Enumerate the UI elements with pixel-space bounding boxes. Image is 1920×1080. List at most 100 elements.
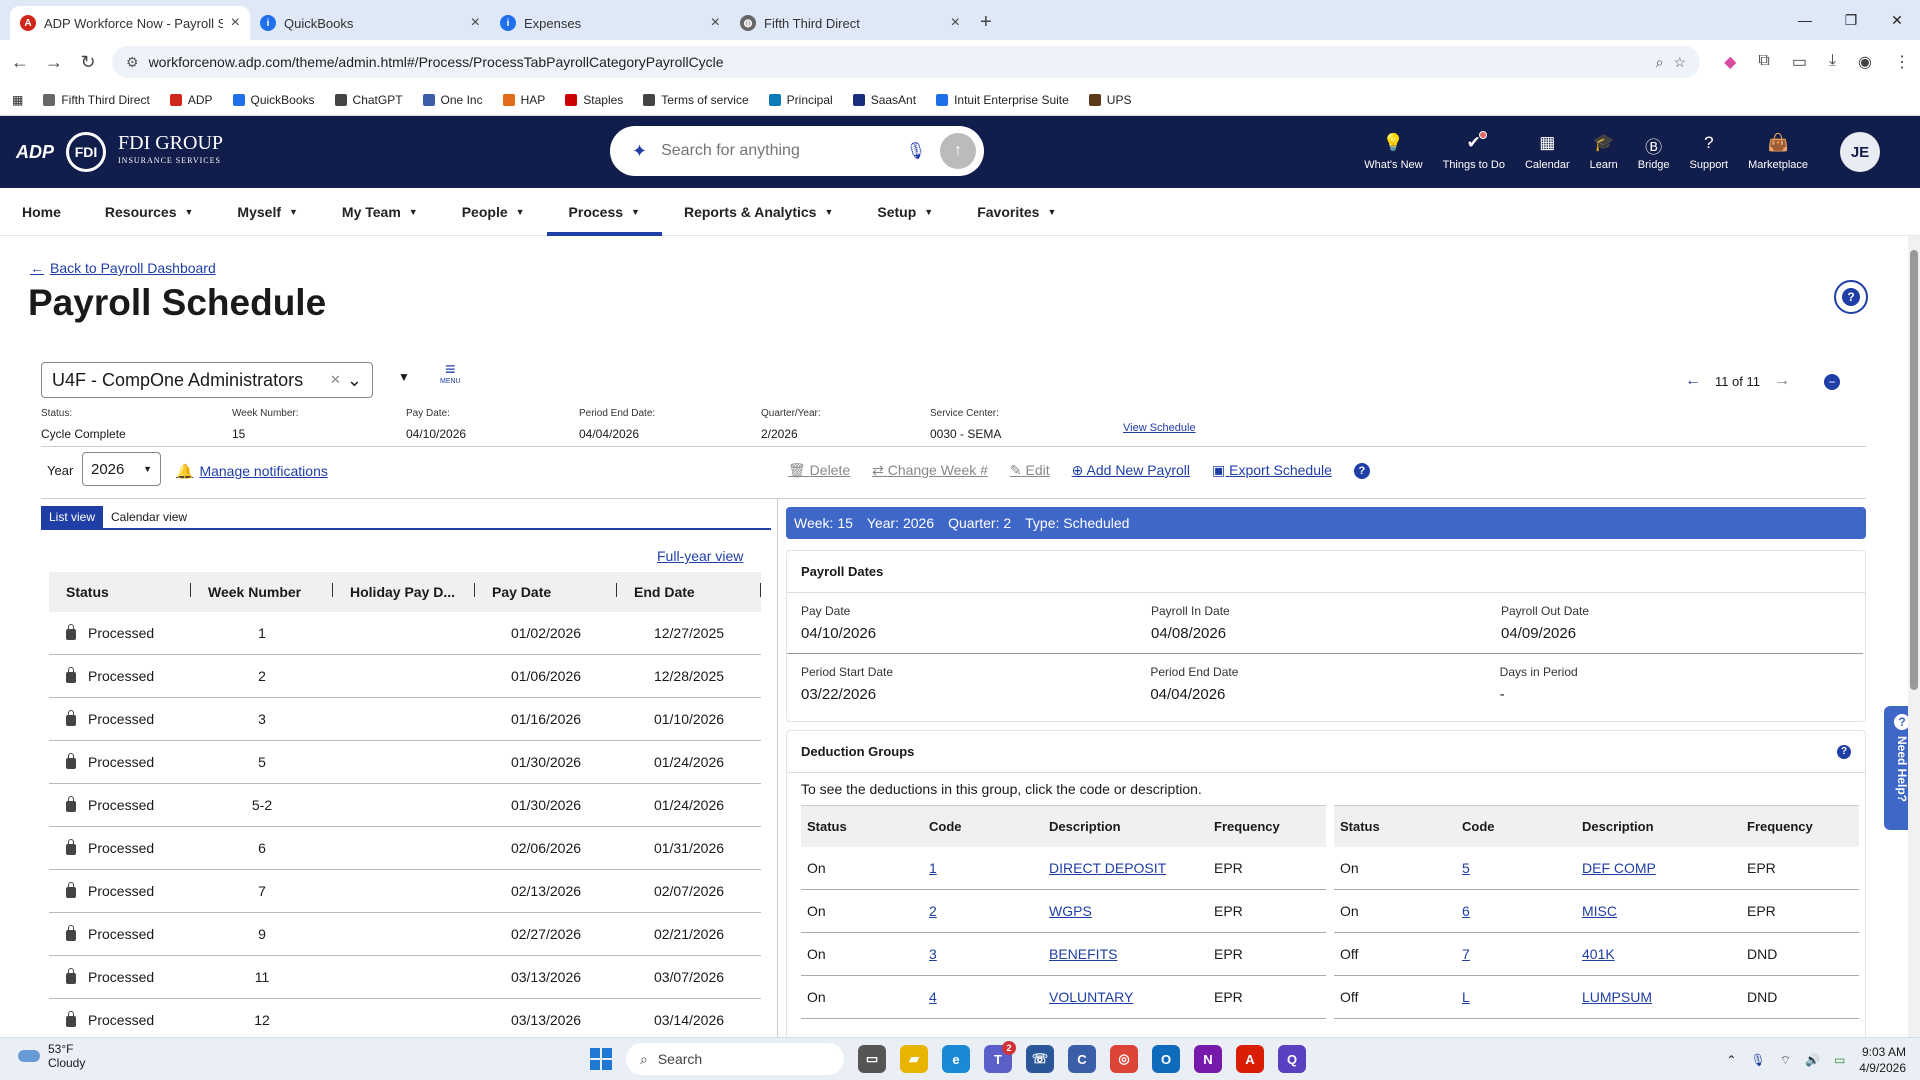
header-what-s-new[interactable]: 💡 What's New (1364, 133, 1422, 171)
deduction-code-link[interactable]: 4 (923, 989, 1043, 1005)
menu-button[interactable]: ≡ MENU (440, 360, 461, 385)
nav-myself[interactable]: Myself ▼ (215, 188, 320, 235)
cast-icon[interactable]: ▭ (1792, 52, 1807, 72)
table-row[interactable]: Processed 3 01/16/2026 01/10/2026 (49, 698, 761, 741)
chevron-up-icon[interactable]: ⌃ (1726, 1053, 1736, 1067)
collapse-icon[interactable]: − (1824, 374, 1840, 390)
apps-grid-icon[interactable]: ▦ (12, 93, 23, 107)
deduction-description-link[interactable]: LUMPSUM (1576, 989, 1741, 1005)
bookmark-fifth-third-direct[interactable]: Fifth Third Direct (43, 93, 150, 107)
table-row[interactable]: Processed 6 02/06/2026 01/31/2026 (49, 827, 761, 870)
column-header-status[interactable]: Status (801, 819, 923, 834)
deduction-code-link[interactable]: 3 (923, 946, 1043, 962)
taskbar-search[interactable]: ⌕ Search (626, 1043, 844, 1075)
more-options-icon[interactable]: ⋮ (1894, 52, 1910, 72)
chrome-icon[interactable]: ◎ (1110, 1045, 1138, 1073)
close-icon[interactable]: × (951, 14, 960, 32)
add-new-payroll-button[interactable]: ⊕ Add New Payroll (1072, 462, 1190, 479)
extension-icon[interactable]: ◆ (1724, 52, 1736, 72)
table-row[interactable]: Processed 1 01/02/2026 12/27/2025 (49, 612, 761, 655)
column-header-end-date[interactable]: End Date (617, 583, 761, 600)
column-header-frequency[interactable]: Frequency (1208, 819, 1318, 834)
global-search[interactable]: ✦ 🎙 ↑ (610, 126, 984, 176)
deduction-description-link[interactable]: BENEFITS (1043, 946, 1208, 962)
phone-link-icon[interactable]: ☏ (1026, 1045, 1054, 1073)
bookmark-intuit-enterprise-suite[interactable]: Intuit Enterprise Suite (936, 93, 1069, 107)
onenote-icon[interactable]: N (1194, 1045, 1222, 1073)
header-support[interactable]: ? Support (1690, 133, 1729, 171)
site-info-icon[interactable]: ⚙ (126, 54, 139, 71)
column-header-description[interactable]: Description (1043, 819, 1208, 834)
bookmark-saasant[interactable]: SaasAnt (852, 93, 916, 107)
manage-notifications-link[interactable]: 🔔 Manage notifications (176, 463, 328, 480)
deduction-description-link[interactable]: DEF COMP (1576, 860, 1741, 876)
deduction-description-link[interactable]: DIRECT DEPOSIT (1043, 860, 1208, 876)
year-select[interactable]: 2026 ▼ (82, 452, 161, 486)
header-bridge[interactable]: Ⓑ Bridge (1638, 133, 1670, 171)
tab-calendar-view[interactable]: Calendar view (103, 506, 195, 528)
nav-reports-analytics[interactable]: Reports & Analytics ▼ (662, 188, 855, 235)
star-icon[interactable]: ☆ (1674, 54, 1687, 71)
bookmark-staples[interactable]: Staples (565, 93, 623, 107)
bookmark-terms-of-service[interactable]: Terms of service (643, 93, 749, 107)
task-view-icon[interactable]: ▭ (858, 1045, 886, 1073)
scrollbar-thumb[interactable] (1910, 250, 1918, 690)
weather-widget[interactable]: 53°F Cloudy (18, 1042, 85, 1070)
header-things-to-do[interactable]: ✔ Things to Do (1443, 131, 1505, 171)
deduction-description-link[interactable]: WGPS (1043, 903, 1208, 919)
deduction-code-link[interactable]: 6 (1456, 903, 1576, 919)
nav-my-team[interactable]: My Team ▼ (320, 188, 440, 235)
table-row[interactable]: Processed 9 02/27/2026 02/21/2026 (49, 913, 761, 956)
question-icon[interactable]: ? (1837, 744, 1851, 759)
header-learn[interactable]: 🎓 Learn (1590, 133, 1618, 171)
avatar[interactable]: JE (1840, 132, 1880, 172)
chevron-down-icon[interactable]: ⌄ (347, 370, 362, 391)
next-arrow-icon[interactable]: → (1774, 372, 1790, 390)
full-year-view-link[interactable]: Full-year view (657, 548, 743, 564)
zoom-icon[interactable]: ⌕ (1656, 54, 1664, 71)
outlook-icon[interactable]: O (1152, 1045, 1180, 1073)
close-window-icon[interactable]: ✕ (1874, 0, 1920, 40)
edge-icon[interactable]: e (942, 1045, 970, 1073)
header-marketplace[interactable]: 👜 Marketplace (1748, 133, 1808, 171)
url-text[interactable]: workforcenow.adp.com/theme/admin.html#/P… (149, 54, 1646, 70)
nav-resources[interactable]: Resources ▼ (83, 188, 216, 235)
column-header-description[interactable]: Description (1576, 819, 1741, 834)
column-header-status[interactable]: Status (1334, 819, 1456, 834)
deduction-description-link[interactable]: 401K (1576, 946, 1741, 962)
header-calendar[interactable]: ▦ Calendar (1525, 133, 1570, 171)
nav-people[interactable]: People ▼ (440, 188, 547, 235)
table-row[interactable]: Processed 2 01/06/2026 12/28/2025 (49, 655, 761, 698)
forward-arrow-icon[interactable]: → (44, 52, 64, 73)
previous-arrow-icon[interactable]: ← (1685, 372, 1701, 390)
company-logo[interactable]: ADP FDI FDI GROUP INSURANCE SERVICES (16, 132, 223, 172)
url-field[interactable]: ⚙ workforcenow.adp.com/theme/admin.html#… (112, 46, 1701, 78)
browser-tab-quickbooks[interactable]: i QuickBooks × (250, 6, 490, 40)
close-icon[interactable]: × (231, 14, 240, 32)
column-header-code[interactable]: Code (1456, 819, 1576, 834)
windows-start-icon[interactable] (590, 1048, 612, 1070)
volume-icon[interactable]: 🔊 (1805, 1053, 1820, 1067)
nav-setup[interactable]: Setup ▼ (855, 188, 955, 235)
close-icon[interactable]: × (711, 14, 720, 32)
expand-caret-icon[interactable]: ▼ (398, 370, 410, 384)
browser-tab-fifth-third-direct[interactable]: ◍ Fifth Third Direct × (730, 6, 970, 40)
tab-list-view[interactable]: List view (41, 506, 104, 528)
deduction-description-link[interactable]: MISC (1576, 903, 1741, 919)
panel-divider[interactable] (777, 498, 778, 1078)
acrobat-icon[interactable]: A (1236, 1045, 1264, 1073)
table-row[interactable]: Processed 11 03/13/2026 03/07/2026 (49, 956, 761, 999)
column-header-status[interactable]: Status (49, 583, 191, 600)
file-explorer-icon[interactable]: ▰ (900, 1045, 928, 1073)
bookmark-adp[interactable]: ADP (169, 93, 213, 107)
deduction-code-link[interactable]: 2 (923, 903, 1043, 919)
battery-icon[interactable]: ▭ (1834, 1053, 1845, 1067)
minimize-icon[interactable]: — (1782, 0, 1828, 40)
view-schedule-link[interactable]: View Schedule (1123, 422, 1196, 434)
clear-icon[interactable]: ✕ (330, 372, 341, 388)
deduction-code-link[interactable]: L (1456, 989, 1576, 1005)
deduction-description-link[interactable]: VOLUNTARY (1043, 989, 1208, 1005)
bookmark-chatgpt[interactable]: ChatGPT (334, 93, 403, 107)
close-icon[interactable]: × (471, 14, 480, 32)
company-select[interactable]: U4F - CompOne Administrators ✕ ⌄ (41, 362, 373, 398)
